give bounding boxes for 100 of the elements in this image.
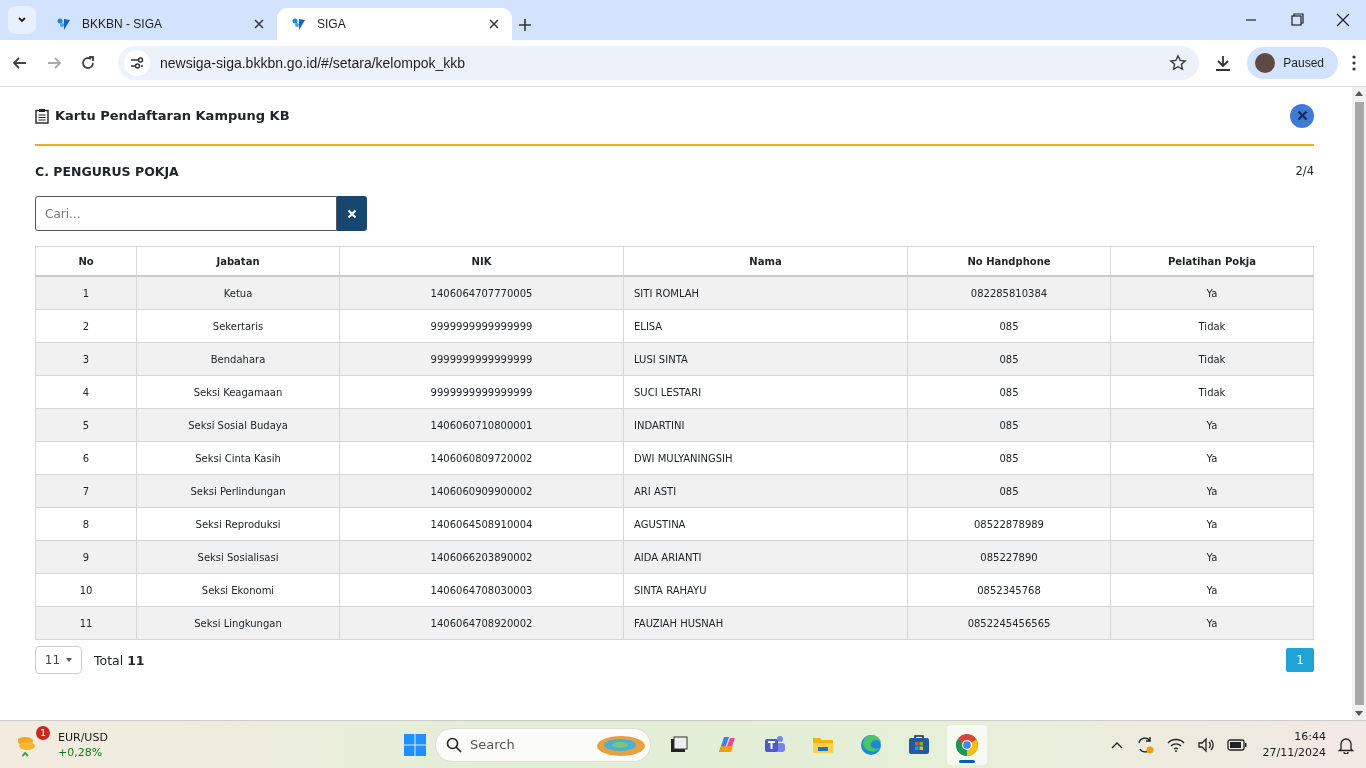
scroll-down-icon[interactable] [1355,711,1363,717]
table-cell: Bendahara [136,342,340,376]
table-cell: 7 [35,474,137,508]
table-cell: 1406064708030003 [339,573,624,607]
taskbar-app-button[interactable] [947,724,987,765]
widget-value: +0,28% [58,745,104,759]
close-icon [347,208,357,219]
windows-start-icon[interactable] [403,732,427,757]
scroll-up-icon[interactable] [1355,91,1363,96]
table-cell: SITI ROMLAH [623,276,908,310]
site-settings-icon[interactable] [129,55,145,71]
taskbar-search-field[interactable]: Search [435,727,651,762]
table-cell: Ya [1110,573,1314,607]
table-cell: 4 [35,375,137,409]
table-cell: 085 [907,441,1111,475]
notification-bell-icon[interactable] [1338,735,1354,754]
table-cell: FAUZIAH HUSNAH [623,606,908,640]
table-cell: INDARTINI [623,408,908,442]
table-cell: Tidak [1110,309,1314,343]
search-icon [446,736,462,753]
avatar-icon [1255,53,1276,73]
battery-icon[interactable] [1226,738,1247,751]
table-cell: Seksi Keagamaan [136,375,340,409]
new-tab-icon[interactable] [518,18,532,32]
chrome-browser-icon [955,732,979,757]
clock[interactable]: 16:44 27/11/2024 [1262,730,1326,760]
table-cell: 1406060809720002 [339,441,624,475]
tab-search-button[interactable] [8,6,36,34]
site-logo-icon [291,16,307,32]
browser-tab[interactable]: SIGA [277,8,512,40]
table-cell: 9999999999999999 [339,342,624,376]
profile-button[interactable]: Paused [1247,47,1338,79]
notification-badge: 1 [36,725,50,740]
table-cell: 1406064707770005 [339,276,624,310]
close-icon [1296,110,1308,121]
store-icon [907,733,931,756]
table-cell: 085 [907,474,1111,508]
chevron-up-icon[interactable] [1110,740,1123,749]
table-cell: 9999999999999999 [339,309,624,343]
table-cell: Seksi Reproduksi [136,507,340,541]
table-cell: Seksi Sosial Budaya [136,408,340,442]
more-menu-icon[interactable] [1352,55,1356,71]
table-cell: 1406066203890002 [339,540,624,574]
table-cell: 8 [35,507,137,541]
table-cell: ELISA [623,309,908,343]
table-cell: Seksi Lingkungan [136,606,340,640]
step-counter: 2/4 [1295,164,1314,178]
table-cell: SINTA RAHAYU [623,573,908,607]
table-cell: 1406064708920002 [339,606,624,640]
modal-title: Kartu Pendaftaran Kampung KB [55,108,291,123]
clock-date: 27/11/2024 [1262,746,1326,760]
tab-title: BKKBN - SIGA [82,17,164,31]
clear-search-button[interactable] [337,196,367,231]
tab-title: SIGA [317,17,347,31]
table-cell: 085227890 [907,540,1111,574]
table-cell: ARI ASTI [623,474,908,508]
table-cell: Seksi Cinta Kasih [136,441,340,475]
browser-tab[interactable]: BKKBN - SIGA [42,8,277,40]
table-cell: Seksi Ekonomi [136,573,340,607]
table-filter-field[interactable]: Cari... [35,196,337,231]
table-cell: 3 [35,342,137,376]
table-cell: 5 [35,408,137,442]
table-cell: Seksi Sosialisasi [136,540,340,574]
table-cell: 10 [35,573,137,607]
table-cell: AGUSTINA [623,507,908,541]
table-cell: AIDA ARIANTI [623,540,908,574]
table-cell: 082285810384 [907,276,1111,310]
wifi-icon[interactable] [1166,737,1185,752]
table-cell: Ya [1110,408,1314,442]
table-cell: 11 [35,606,137,640]
table-cell: Tidak [1110,342,1314,376]
table-cell: Seksi Perlindungan [136,474,340,508]
table-cell: 0852345768 [907,573,1111,607]
table-cell: Ya [1110,606,1314,640]
total-count: Total 11 [94,652,146,668]
table-cell: 1406064508910004 [339,507,624,541]
speaker-icon[interactable] [1196,736,1215,753]
table-cell: Ya [1110,474,1314,508]
table-cell: 1406060710800001 [339,408,624,442]
page-size-dropdown[interactable]: 11 [35,646,82,674]
address-bar[interactable]: newsiga-siga.bkkbn.go.id/#/setara/kelompok_kkb [118,46,1200,80]
widget-title: EUR/USD [58,730,108,744]
table-cell: Ketua [136,276,340,310]
table-cell: 085 [907,309,1111,343]
table-cell: Ya [1110,276,1314,310]
table-cell: Sekertaris [136,309,340,343]
close-button[interactable] [1290,103,1314,128]
table-cell: 085 [907,342,1111,376]
section-title: C. PENGURUS POKJA [35,163,179,179]
table-cell: Tidak [1110,375,1314,409]
table-cell: 6 [35,441,137,475]
table-cell: 1 [35,276,137,310]
table-cell: SUCI LESTARI [623,375,908,409]
table-cell: DWI MULYANINGSIH [623,441,908,475]
table-cell: Ya [1110,507,1314,541]
table-cell: 0852245456565 [907,606,1111,640]
bookmark-star-icon[interactable] [1169,54,1188,72]
table-cell: Ya [1110,441,1314,475]
clock-time: 16:44 [1294,730,1326,744]
scrollbar-thumb[interactable] [1354,102,1364,706]
